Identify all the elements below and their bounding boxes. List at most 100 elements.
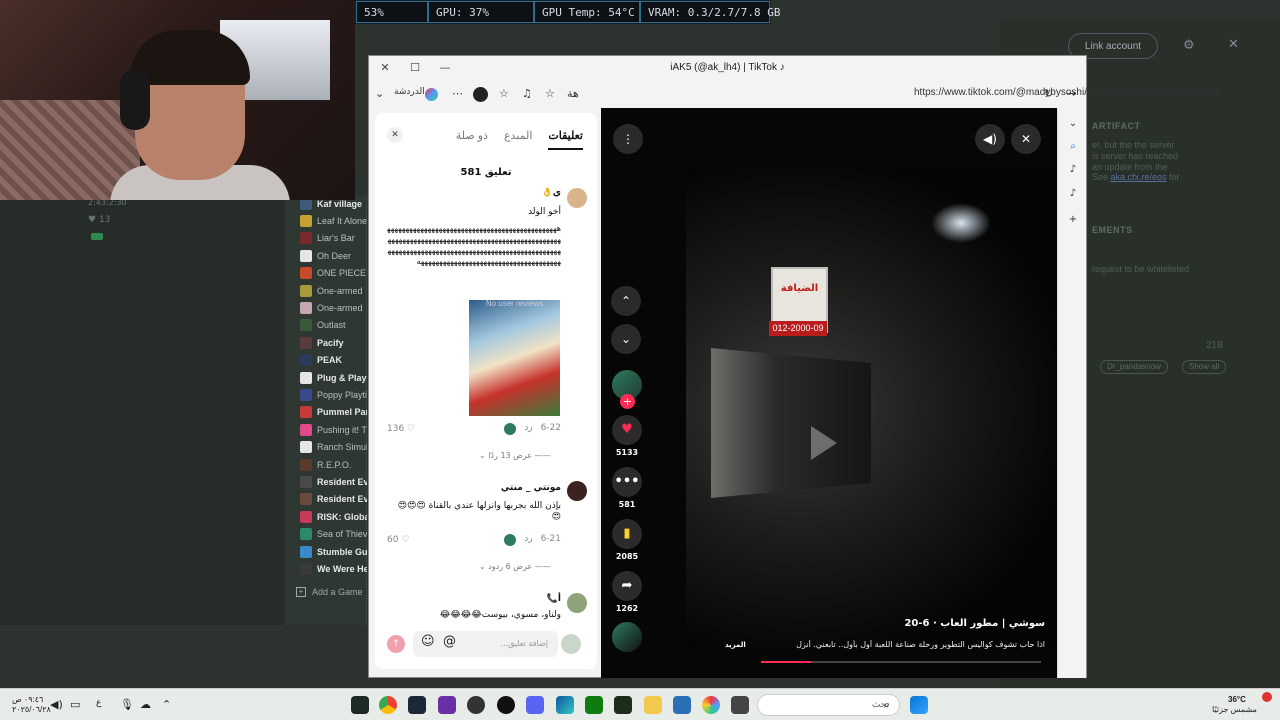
library-item[interactable]: One-armed bbox=[300, 299, 367, 316]
library-item[interactable]: Plug & Play bbox=[300, 369, 367, 386]
comment-author[interactable]: أ📞 bbox=[547, 594, 561, 604]
library-item[interactable]: RISK: Global bbox=[300, 508, 367, 525]
avatar[interactable] bbox=[567, 188, 587, 208]
close-icon[interactable]: ✕ bbox=[1228, 37, 1239, 52]
more-icon[interactable]: ⋯ bbox=[452, 87, 463, 100]
mention-icon[interactable]: @ bbox=[443, 634, 456, 649]
send-button[interactable]: ↑ bbox=[387, 635, 405, 653]
save-button[interactable]: ▮ 2085 bbox=[611, 519, 643, 561]
refresh-icon[interactable]: ↻ bbox=[1044, 87, 1053, 100]
play-icon[interactable] bbox=[811, 426, 837, 460]
chat-label[interactable]: الدردشة bbox=[394, 87, 425, 97]
tiktok-icon[interactable]: ♪ bbox=[1066, 164, 1080, 178]
show-all-pill[interactable]: Show all bbox=[1182, 360, 1227, 374]
library-item[interactable]: Sea of Thiev bbox=[300, 526, 367, 543]
steam-icon[interactable] bbox=[408, 696, 426, 714]
volume-icon[interactable]: ◀) bbox=[50, 698, 63, 711]
library-item[interactable]: Pacify bbox=[300, 334, 367, 351]
library-item[interactable]: Leaf It Alone bbox=[300, 212, 367, 229]
obs-icon[interactable] bbox=[467, 696, 485, 714]
artifact-link[interactable]: aka.cfx.re/eos bbox=[1111, 172, 1167, 182]
library-item[interactable]: Stumble Guy bbox=[300, 543, 367, 560]
forward-icon[interactable]: → bbox=[1067, 87, 1076, 100]
app-icon[interactable] bbox=[497, 696, 515, 714]
tiktok-app-icon[interactable]: ♪ bbox=[1066, 188, 1080, 202]
comment-input[interactable]: إضافة تعليق... bbox=[413, 631, 558, 657]
library-item[interactable]: Outlast bbox=[300, 317, 367, 334]
tab-creator[interactable]: المبدع bbox=[504, 129, 532, 150]
avatar[interactable] bbox=[567, 593, 587, 613]
copilot-icon[interactable] bbox=[702, 696, 720, 714]
library-item[interactable]: One-armed bbox=[300, 282, 367, 299]
view-replies-button[interactable]: ⌄ عرض 6 ردود —— bbox=[479, 562, 551, 571]
profile-avatar[interactable] bbox=[473, 87, 488, 102]
library-item[interactable]: Liar's Bar bbox=[300, 230, 367, 247]
library-item[interactable]: Pushing it! T bbox=[300, 421, 367, 438]
weather-desc[interactable]: مشمس جزئيًا bbox=[1212, 705, 1257, 714]
bookmark-star-icon[interactable]: ☆ bbox=[545, 87, 555, 100]
terminal-icon[interactable] bbox=[614, 696, 632, 714]
tab-comments[interactable]: تعليقات bbox=[548, 129, 583, 150]
network-icon[interactable]: ▭ bbox=[70, 698, 80, 711]
file-explorer-icon[interactable] bbox=[644, 696, 662, 714]
comment-author[interactable]: ي👌 bbox=[542, 188, 561, 198]
emoji-icon[interactable]: ☺ bbox=[421, 634, 435, 649]
comment-image[interactable] bbox=[469, 300, 560, 416]
address-bar[interactable]: https://www.tiktok.com/@madybysoshi/vide… bbox=[914, 87, 1280, 98]
chevron-down-icon[interactable]: ⌄ bbox=[375, 87, 384, 100]
start-icon[interactable] bbox=[910, 696, 928, 714]
edge-icon[interactable] bbox=[556, 696, 574, 714]
weather-temp[interactable]: 36°C bbox=[1228, 695, 1246, 704]
like-button[interactable]: ♥ 5133 bbox=[611, 415, 643, 457]
like-count[interactable]: 60 ♡ bbox=[387, 535, 409, 545]
chevron-up-icon[interactable]: ⌃ bbox=[162, 698, 171, 711]
volume-icon[interactable]: ◀) bbox=[975, 124, 1005, 154]
copilot-icon[interactable] bbox=[425, 88, 438, 101]
favorites-icon[interactable]: ☆ bbox=[499, 87, 509, 100]
previous-video-button[interactable]: ⌃ bbox=[611, 286, 641, 316]
more-options-button[interactable]: ⋮ bbox=[613, 124, 643, 154]
library-item[interactable]: R.E.P.O. bbox=[300, 456, 367, 473]
library-item[interactable]: Pummel Part bbox=[300, 404, 367, 421]
task-view-icon[interactable] bbox=[731, 696, 749, 714]
chevron-icon[interactable]: ⌄ bbox=[1066, 118, 1080, 132]
follow-button[interactable]: + bbox=[620, 394, 635, 409]
library-item[interactable]: Resident Evi bbox=[300, 491, 367, 508]
search-box[interactable]: بحث bbox=[757, 694, 900, 716]
close-comments-icon[interactable]: ✕ bbox=[387, 127, 403, 143]
cloud-icon[interactable]: ☁ bbox=[140, 698, 151, 711]
add-icon[interactable]: + bbox=[1066, 214, 1080, 228]
tab-related[interactable]: ذو صلة bbox=[456, 129, 488, 150]
language-indicator[interactable]: ع bbox=[96, 698, 101, 708]
user-pill[interactable]: Dr_pandasnow bbox=[1100, 360, 1168, 374]
media-icon[interactable]: ♫ bbox=[522, 87, 532, 100]
video-author[interactable]: سوشي | مطور العاب · 6-20 bbox=[904, 618, 1045, 629]
discord-icon[interactable] bbox=[526, 696, 544, 714]
nzxt-icon[interactable] bbox=[438, 696, 456, 714]
avatar[interactable] bbox=[567, 481, 587, 501]
chrome-icon[interactable] bbox=[379, 696, 397, 714]
like-count[interactable]: 136 ♡ bbox=[387, 424, 415, 434]
add-game-button[interactable]: + Add a Game bbox=[296, 587, 363, 597]
library-item[interactable]: PEAK bbox=[300, 352, 367, 369]
music-disc[interactable] bbox=[612, 622, 642, 652]
video-player[interactable]: الضيافة 012-2000-09 ⋮ ◀) ✕ ⌃ ⌄ + ♥ 5133 •… bbox=[601, 108, 1057, 678]
next-video-button[interactable]: ⌄ bbox=[611, 324, 641, 354]
library-item[interactable]: Resident Evi bbox=[300, 473, 367, 490]
taskbar-app-icon[interactable] bbox=[351, 696, 369, 714]
xbox-icon[interactable] bbox=[585, 696, 603, 714]
library-item[interactable]: ONE PIECE B bbox=[300, 265, 367, 282]
clock-time[interactable]: ٠٩:٤٦ ص bbox=[12, 695, 43, 704]
reply-button[interactable]: رد bbox=[524, 423, 532, 435]
close-video-button[interactable]: ✕ bbox=[1011, 124, 1041, 154]
more-link[interactable]: المزيد bbox=[725, 641, 746, 649]
search-icon[interactable]: ⌕ bbox=[1066, 141, 1080, 155]
progress-bar[interactable] bbox=[761, 661, 1041, 663]
reply-button[interactable]: رد bbox=[524, 534, 532, 546]
library-item[interactable]: Oh Deer bbox=[300, 247, 367, 264]
comment-button[interactable]: ••• 581 bbox=[611, 467, 643, 509]
store-icon[interactable] bbox=[673, 696, 691, 714]
library-item[interactable]: Ranch Simul bbox=[300, 439, 367, 456]
gear-icon[interactable]: ⚙ bbox=[1183, 38, 1195, 53]
view-replies-button[interactable]: ⌄ عرض 13 ردًا —— bbox=[479, 451, 551, 460]
